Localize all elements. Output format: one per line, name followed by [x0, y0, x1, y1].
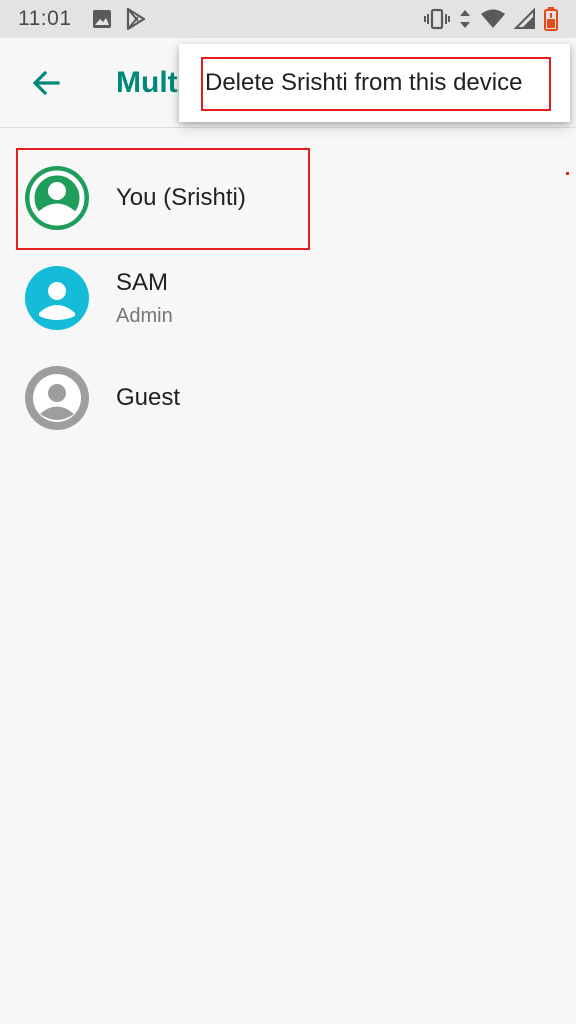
image-icon: [92, 9, 112, 29]
status-time: 11:01: [18, 7, 72, 30]
multiple-users-screen: 11:01 Multiple You (Srishti) SAM Admin G…: [0, 0, 576, 1024]
user-avatar-icon: [39, 282, 75, 320]
annotation-dot: [566, 172, 569, 175]
data-arrows-icon: [458, 8, 472, 30]
back-button[interactable]: [18, 55, 74, 111]
status-bar: 11:01: [0, 0, 576, 38]
user-name: Guest: [116, 384, 181, 411]
user-row-sam[interactable]: SAM Admin: [0, 248, 576, 348]
signal-icon: [514, 8, 536, 30]
wifi-icon: [480, 8, 506, 30]
play-store-icon: [126, 8, 146, 30]
user-role: Admin: [116, 304, 173, 327]
highlight-box-user-row: [16, 148, 310, 250]
arrow-back-icon: [32, 70, 60, 95]
avatar: [25, 266, 89, 330]
vibrate-icon: [424, 8, 450, 30]
highlight-box-menu-item: [201, 57, 551, 111]
user-name: SAM: [116, 268, 169, 296]
battery-low-icon: [544, 7, 558, 31]
guest-avatar-icon: [33, 374, 81, 422]
avatar: [25, 366, 89, 430]
user-row-guest[interactable]: Guest: [0, 348, 576, 448]
